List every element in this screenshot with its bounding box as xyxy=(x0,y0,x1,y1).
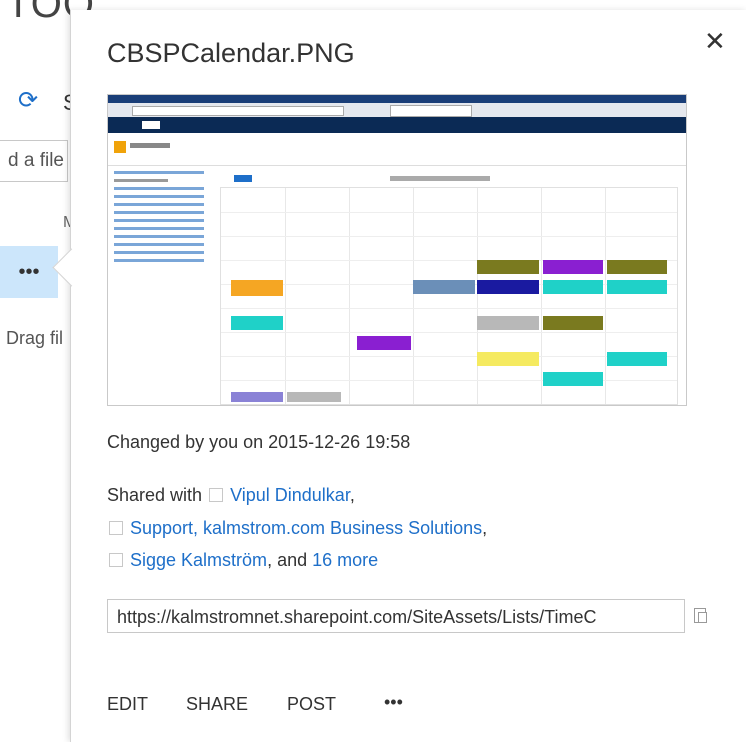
changed-info: Changed by you on 2015-12-26 19:58 xyxy=(107,432,411,452)
shared-with-line: Shared with Vipul Dindulkar, xyxy=(107,485,355,506)
file-title: CBSPCalendar.PNG xyxy=(107,38,355,68)
preview-addressbar xyxy=(108,103,686,118)
file-link-text: https://kalmstromnet.sharepoint.com/Site… xyxy=(117,607,597,627)
separator-text: , and xyxy=(267,550,308,570)
copy-link-icon[interactable] xyxy=(694,608,707,623)
preview-suitebar xyxy=(108,117,686,133)
preview-titlebar xyxy=(108,95,686,103)
share-button[interactable]: SHARE xyxy=(186,694,248,715)
preview-calendar-header xyxy=(220,173,676,185)
shared-person-link[interactable]: Vipul Dindulkar xyxy=(230,485,350,505)
shared-person-link[interactable]: Support, kalmstrom.com Business Solution… xyxy=(130,518,482,538)
post-button[interactable]: POST xyxy=(287,694,336,715)
file-preview-image[interactable] xyxy=(107,94,687,406)
shared-with-line: Sigge Kalmström, and 16 more xyxy=(107,550,378,571)
shared-with-label: Shared with xyxy=(107,485,203,505)
presence-icon xyxy=(209,488,224,502)
separator-text: , xyxy=(349,485,355,505)
edit-button[interactable]: EDIT xyxy=(107,694,148,715)
close-icon[interactable]: ✕ xyxy=(704,28,726,54)
item-more-button[interactable]: ••• xyxy=(0,246,58,298)
add-file-box[interactable]: d a file xyxy=(0,140,68,182)
separator-text: , xyxy=(482,518,488,538)
shared-person-link[interactable]: Sigge Kalmström xyxy=(130,550,267,570)
file-link-field[interactable]: https://kalmstromnet.sharepoint.com/Site… xyxy=(107,599,685,633)
drag-files-hint: Drag fil xyxy=(6,328,64,348)
sync-icon[interactable]: ⟳ xyxy=(18,86,38,115)
shared-with-line: Support, kalmstrom.com Business Solution… xyxy=(107,518,487,539)
more-actions-button[interactable]: ••• xyxy=(384,692,403,713)
preview-ribbon xyxy=(108,133,686,166)
more-people-link[interactable]: 16 more xyxy=(312,550,378,570)
presence-icon xyxy=(109,553,123,567)
add-file-label: d a file xyxy=(8,150,64,171)
presence-icon xyxy=(109,521,123,535)
preview-sidebar xyxy=(114,171,204,267)
preview-calendar-grid xyxy=(220,187,678,405)
